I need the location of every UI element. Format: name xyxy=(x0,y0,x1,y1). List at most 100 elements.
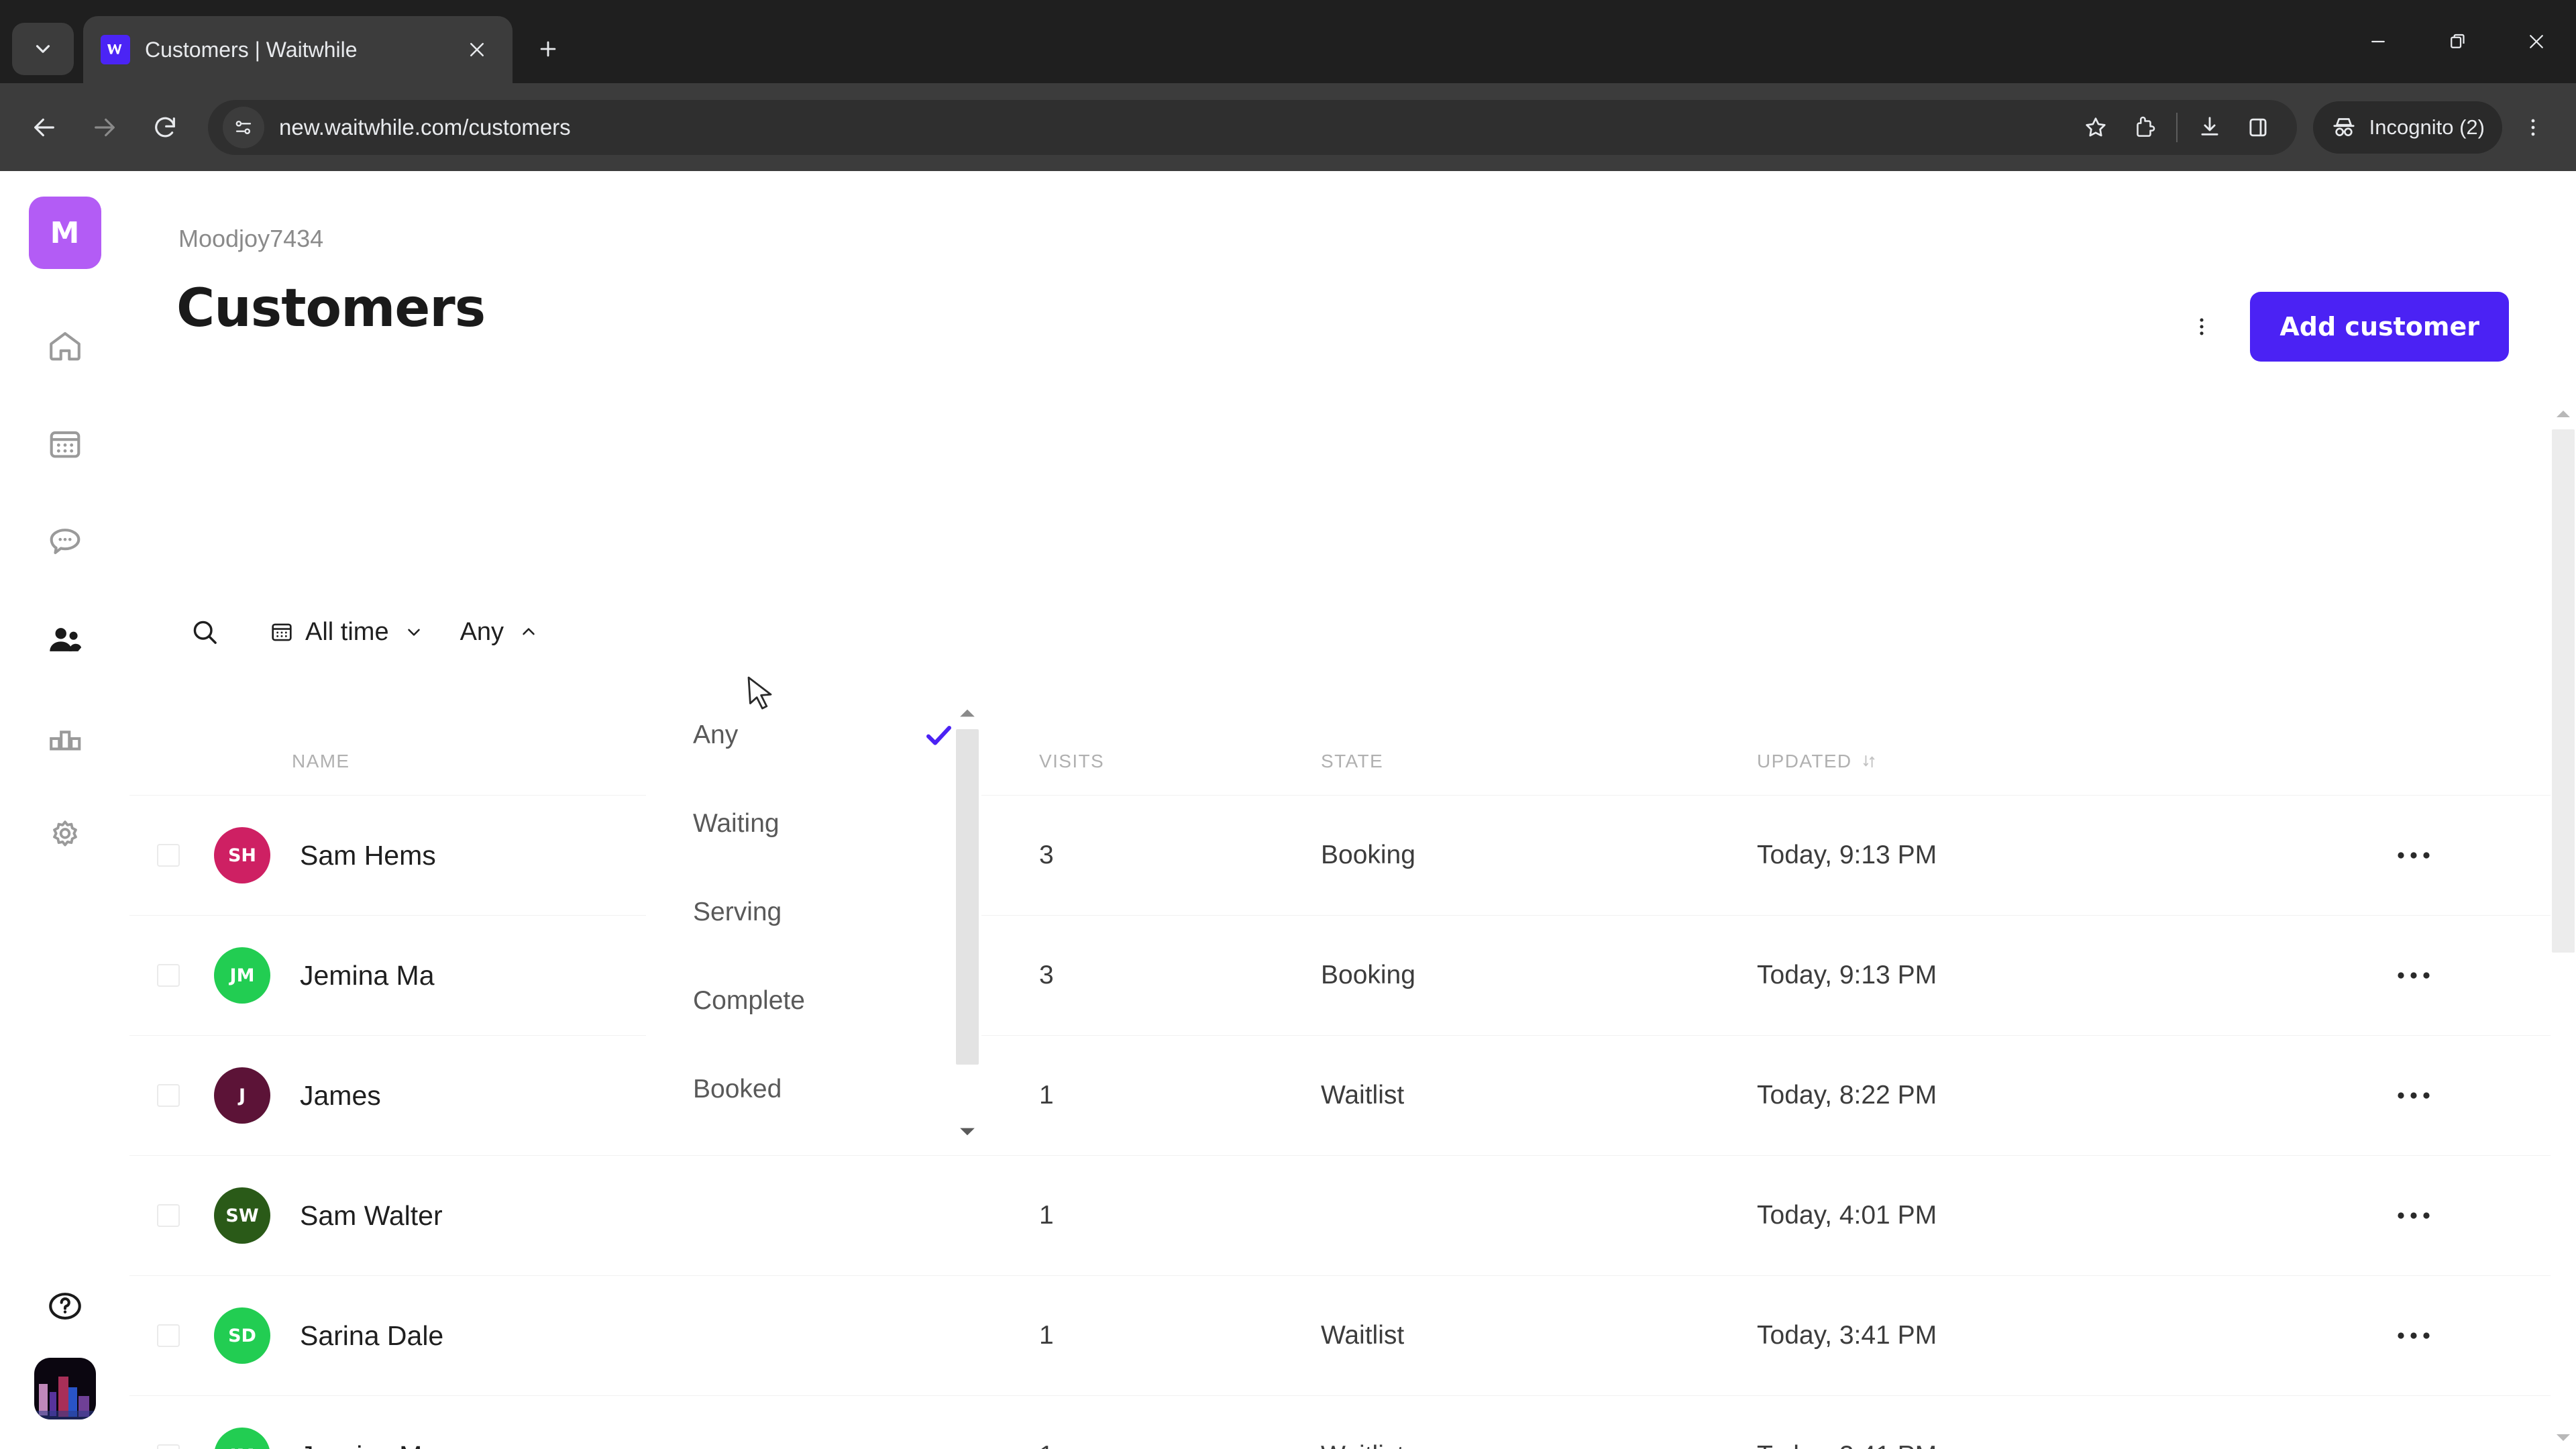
page-scrollbar[interactable] xyxy=(2551,402,2576,1449)
profile-incognito-button[interactable]: Incognito (2) xyxy=(2312,101,2502,154)
state-filter-option[interactable]: Booked xyxy=(646,1045,981,1134)
state-filter-option[interactable]: Any xyxy=(646,691,981,780)
forward-button[interactable] xyxy=(78,101,131,154)
row-actions-button[interactable] xyxy=(2361,970,2576,981)
user-avatar[interactable] xyxy=(34,1358,96,1419)
row-checkbox-cell[interactable] xyxy=(129,1204,207,1227)
arrow-right-icon xyxy=(95,118,115,136)
extensions-icon[interactable] xyxy=(2120,103,2168,152)
arrow-left-icon xyxy=(34,118,54,136)
scroll-up-icon[interactable] xyxy=(2551,402,2576,425)
customer-name: Sam Walter xyxy=(300,1199,443,1231)
row-checkbox-cell[interactable] xyxy=(129,844,207,867)
chevron-down-icon xyxy=(404,622,424,642)
table-row[interactable]: JM Jemina Ma 3 Booking Today, 9:13 PM xyxy=(129,915,2576,1035)
state-cell: Booking xyxy=(1321,961,1415,989)
scroll-up-icon[interactable] xyxy=(953,701,981,725)
avatar: JM xyxy=(214,947,270,1004)
updated-cell: Today, 4:01 PM xyxy=(1757,1201,1937,1230)
row-checkbox-cell[interactable] xyxy=(129,964,207,987)
side-panel-icon[interactable] xyxy=(2234,103,2282,152)
scroll-down-icon[interactable] xyxy=(2551,1426,2576,1449)
table-row[interactable]: SH Sam Hems 3 Booking Today, 9:13 PM xyxy=(129,795,2576,915)
customer-name-cell[interactable]: JM Jessica Moon xyxy=(207,1428,1039,1449)
state-filter-option[interactable]: Serving xyxy=(646,868,981,957)
scroll-down-icon[interactable] xyxy=(953,1120,981,1144)
row-checkbox-cell[interactable] xyxy=(129,1444,207,1449)
state-filter-option-label: Booked xyxy=(693,1075,782,1104)
sort-descending-icon xyxy=(1862,753,1876,770)
sidebar-item-settings[interactable] xyxy=(30,800,101,871)
updated-cell: Today, 8:22 PM xyxy=(1757,1081,1937,1110)
sidebar-item-customers[interactable] xyxy=(30,604,101,676)
table-row[interactable]: SD Sarina Dale 1 Waitlist Today, 3:41 PM xyxy=(129,1275,2576,1395)
customer-name-cell[interactable]: SD Sarina Dale xyxy=(207,1307,1039,1364)
sidebar-item-help[interactable] xyxy=(30,1271,101,1342)
reload-button[interactable] xyxy=(138,101,192,154)
row-checkbox[interactable] xyxy=(157,1444,180,1449)
close-icon[interactable] xyxy=(459,32,495,68)
row-checkbox[interactable] xyxy=(157,1204,180,1227)
new-tab-button[interactable] xyxy=(526,27,570,71)
minimize-icon xyxy=(2371,40,2385,43)
table-header-row: NAME VISITS STATE UPDATED xyxy=(129,728,2576,795)
close-window-button[interactable] xyxy=(2497,0,2576,83)
sidebar-item-home[interactable] xyxy=(30,311,101,382)
sidebar-item-calendar[interactable] xyxy=(30,409,101,480)
row-actions-button[interactable] xyxy=(2361,1330,2576,1341)
bookmark-star-icon[interactable] xyxy=(2072,103,2120,152)
customer-name: Jemina Ma xyxy=(300,959,435,991)
visits-cell: 1 xyxy=(1039,1441,1321,1449)
add-customer-button[interactable]: Add customer xyxy=(2250,292,2509,362)
browser-toolbar: new.waitwhile.com/customers Incognito (2… xyxy=(0,83,2576,171)
column-header-state[interactable]: STATE xyxy=(1321,751,1757,772)
table-row[interactable]: J James 1 Waitlist Today, 8:22 PM xyxy=(129,1035,2576,1155)
dropdown-scrollbar-thumb[interactable] xyxy=(956,729,979,1065)
table-row[interactable]: SW Sam Walter 1 Today, 4:01 PM xyxy=(129,1155,2576,1275)
search-button[interactable] xyxy=(176,604,233,660)
state-filter-option[interactable]: Complete xyxy=(646,957,981,1045)
site-info-icon[interactable] xyxy=(223,106,264,148)
row-checkbox-cell[interactable] xyxy=(129,1324,207,1347)
sidebar-item-analytics[interactable] xyxy=(30,702,101,773)
date-filter-dropdown[interactable]: All time xyxy=(269,604,424,660)
dropdown-scrollbar[interactable] xyxy=(953,701,981,1144)
chrome-menu-button[interactable] xyxy=(2508,102,2559,153)
avatar-art-6 xyxy=(34,1411,96,1419)
row-actions-button[interactable] xyxy=(2361,850,2576,861)
address-bar[interactable]: new.waitwhile.com/customers xyxy=(208,99,2297,155)
customer-name: Sarina Dale xyxy=(300,1320,444,1351)
state-filter-option[interactable]: Waiting xyxy=(646,780,981,868)
avatar: SW xyxy=(214,1187,270,1244)
browser-tab[interactable]: Customers | Waitwhile xyxy=(83,16,513,83)
state-filter-dropdown[interactable]: Any xyxy=(460,604,539,660)
row-actions-button[interactable] xyxy=(2361,1090,2576,1101)
ellipsis-icon xyxy=(2398,1212,2430,1219)
table-row[interactable]: JM Jessica Moon 1WaitlistToday, 3:41 PM xyxy=(129,1395,2576,1449)
row-checkbox[interactable] xyxy=(157,1084,180,1107)
row-checkbox[interactable] xyxy=(157,844,180,867)
visits-cell: 3 xyxy=(1039,961,1054,989)
updated-cell: Today, 9:13 PM xyxy=(1757,961,1937,989)
customer-name-cell[interactable]: SW Sam Walter xyxy=(207,1187,1039,1244)
maximize-button[interactable] xyxy=(2418,0,2497,83)
row-checkbox-cell[interactable] xyxy=(129,1084,207,1107)
sidebar-item-messages[interactable] xyxy=(30,506,101,578)
kebab-menu-icon xyxy=(2200,318,2204,335)
minimize-button[interactable] xyxy=(2339,0,2418,83)
page-more-button[interactable] xyxy=(2176,301,2227,352)
downloads-icon[interactable] xyxy=(2186,103,2234,152)
page-scrollbar-thumb[interactable] xyxy=(2552,429,2575,953)
back-button[interactable] xyxy=(17,101,71,154)
row-actions-button[interactable] xyxy=(2361,1210,2576,1221)
column-header-visits[interactable]: VISITS xyxy=(1039,751,1321,772)
column-header-updated[interactable]: UPDATED xyxy=(1757,751,2361,772)
state-cell: Waitlist xyxy=(1321,1321,1405,1350)
customer-name: James xyxy=(300,1079,381,1111)
breadcrumb[interactable]: Moodjoy7434 xyxy=(178,225,323,253)
org-badge[interactable]: M xyxy=(28,197,101,269)
row-checkbox[interactable] xyxy=(157,964,180,987)
row-checkbox[interactable] xyxy=(157,1324,180,1347)
ellipsis-icon xyxy=(2398,1092,2430,1099)
tab-search-button[interactable] xyxy=(12,23,74,75)
